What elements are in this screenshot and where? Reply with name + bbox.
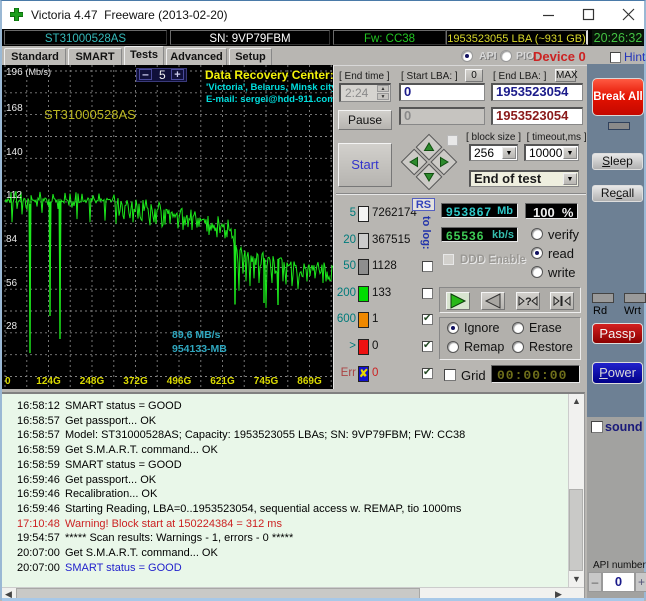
svg-text:745G: 745G	[254, 376, 279, 387]
svg-text:954133-MB: 954133-MB	[172, 343, 227, 355]
svg-text:168: 168	[6, 103, 23, 114]
svg-text:89,6 MB/s: 89,6 MB/s	[172, 329, 221, 341]
svg-text:621G: 621G	[210, 376, 235, 387]
svg-text:112: 112	[6, 190, 22, 201]
svg-text:124G: 124G	[36, 376, 61, 387]
svg-text:?: ?	[525, 296, 532, 308]
svg-text:248G: 248G	[80, 376, 105, 387]
svg-text:56: 56	[6, 278, 18, 289]
svg-text:496G: 496G	[167, 376, 192, 387]
svg-text:0: 0	[5, 376, 11, 387]
svg-text:84: 84	[6, 234, 18, 245]
svg-text:ST31000528AS: ST31000528AS	[44, 107, 136, 122]
svg-text:196 (Mb/s): 196 (Mb/s)	[6, 67, 51, 78]
svg-text:372G: 372G	[123, 376, 148, 387]
svg-text:869G: 869G	[297, 376, 322, 387]
svg-text:28: 28	[6, 321, 18, 332]
svg-text:140: 140	[6, 147, 23, 158]
